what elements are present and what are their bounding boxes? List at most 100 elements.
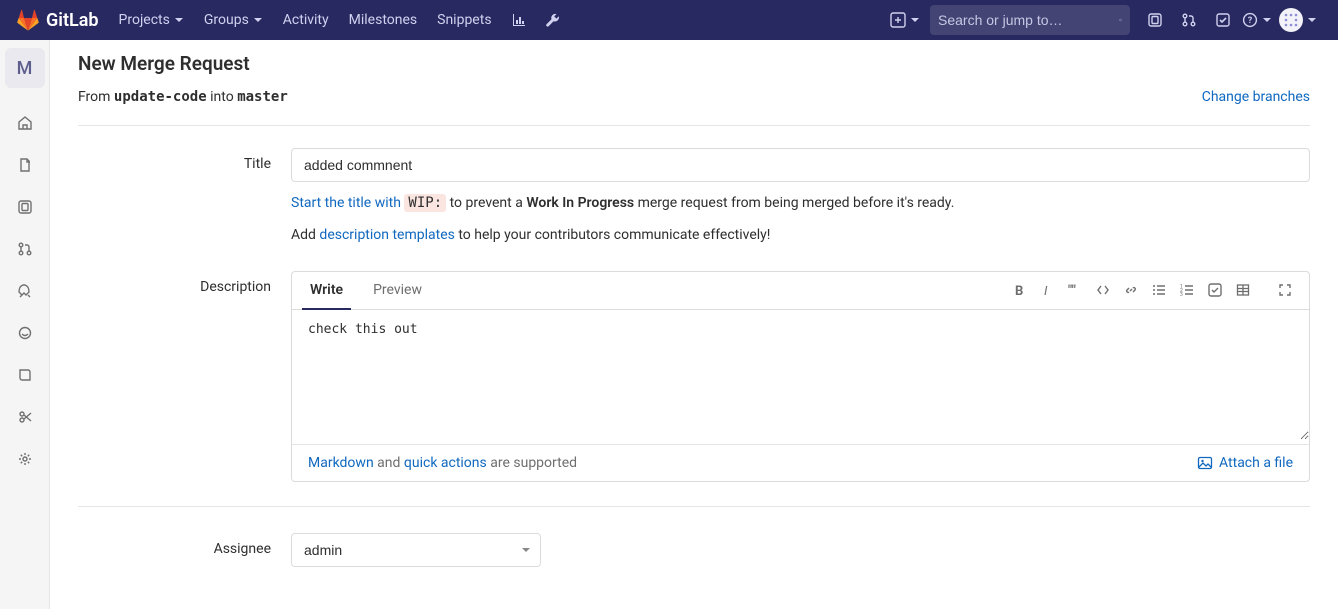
svg-text:I: I [1044, 284, 1048, 297]
book-icon [17, 367, 33, 383]
tab-write[interactable]: Write [302, 272, 351, 310]
code-icon [1096, 283, 1110, 297]
nav-user-menu[interactable] [1274, 0, 1322, 40]
nav-groups[interactable]: Groups [194, 0, 273, 40]
title-input[interactable] [291, 148, 1310, 182]
search-icon [1119, 12, 1122, 28]
branch-summary: From update-code into master Change bran… [78, 89, 1310, 126]
merge-request-icon [17, 241, 33, 257]
sidebar-snippets[interactable] [0, 396, 50, 438]
page-content: New Merge Request From update-code into … [50, 40, 1338, 609]
sidebar-ci-cd[interactable] [0, 270, 50, 312]
markdown-hint: Markdown and quick actions are supported [308, 455, 577, 471]
nav-milestones[interactable]: Milestones [339, 0, 428, 40]
nav-todos[interactable] [1206, 0, 1240, 40]
brand-wordmark: GitLab [46, 10, 99, 31]
operations-icon [17, 325, 33, 341]
md-bold-button[interactable]: B [1005, 275, 1033, 305]
wrench-icon [545, 12, 561, 28]
list-ol-icon: 123 [1180, 283, 1194, 297]
fullscreen-icon [1278, 283, 1292, 297]
avatar [1279, 8, 1303, 32]
todo-icon [1215, 12, 1231, 28]
description-templates-link[interactable]: description templates [319, 227, 454, 243]
chart-icon [511, 12, 527, 28]
plus-square-icon [890, 12, 906, 28]
nav-activity-label: Activity [283, 12, 329, 28]
svg-text:3: 3 [1180, 292, 1183, 297]
md-fullscreen-button[interactable] [1271, 275, 1299, 305]
nav-projects[interactable]: Projects [109, 0, 194, 40]
attach-file-button[interactable]: Attach a file [1197, 455, 1293, 471]
description-editor: Write Preview B I "" 123 [291, 271, 1310, 482]
nav-snippets[interactable]: Snippets [427, 0, 501, 40]
svg-text:?: ? [1248, 16, 1253, 26]
nav-merge-requests[interactable] [1172, 0, 1206, 40]
task-icon [1208, 283, 1222, 297]
sidebar-operations[interactable] [0, 312, 50, 354]
description-textarea[interactable] [292, 310, 1309, 440]
rocket-icon [17, 283, 33, 299]
link-icon [1124, 283, 1138, 297]
sidebar-repository[interactable] [0, 144, 50, 186]
search-input[interactable] [938, 12, 1119, 28]
project-identicon[interactable]: M [5, 48, 45, 88]
md-link-button[interactable] [1117, 275, 1145, 305]
sidebar-overview[interactable] [0, 102, 50, 144]
nav-groups-label: Groups [204, 12, 249, 28]
quick-actions-link[interactable]: quick actions [404, 455, 487, 471]
nav-milestones-label: Milestones [349, 12, 418, 28]
wip-link[interactable]: Start the title with WIP: [291, 194, 446, 212]
svg-text:B: B [1015, 284, 1023, 297]
md-ul-button[interactable] [1145, 275, 1173, 305]
chevron-down-icon [1262, 15, 1272, 25]
svg-text:"": "" [1068, 283, 1076, 297]
sidebar-settings[interactable] [0, 438, 50, 480]
md-italic-button[interactable]: I [1033, 275, 1061, 305]
identicon-icon [1279, 8, 1303, 32]
chevron-down-icon [910, 15, 920, 25]
table-icon [1236, 283, 1250, 297]
chevron-down-icon [1307, 15, 1317, 25]
wip-bold: Work In Progress [526, 195, 634, 211]
list-ul-icon [1152, 283, 1166, 297]
assignee-select[interactable]: admin [291, 533, 541, 567]
md-ol-button[interactable]: 123 [1173, 275, 1201, 305]
nav-admin[interactable] [536, 0, 570, 40]
md-code-button[interactable] [1089, 275, 1117, 305]
from-label: From [78, 89, 110, 105]
attach-file-label: Attach a file [1219, 455, 1293, 471]
help-icon: ? [1242, 12, 1258, 28]
gitlab-logo-icon [16, 8, 40, 32]
chevron-down-icon [174, 15, 184, 25]
markdown-link[interactable]: Markdown [308, 455, 374, 471]
gitlab-logo-link[interactable]: GitLab [16, 8, 99, 32]
home-icon [17, 115, 33, 131]
quote-icon: "" [1068, 283, 1082, 297]
nav-issues[interactable] [1138, 0, 1172, 40]
change-branches-link[interactable]: Change branches [1202, 89, 1310, 105]
nav-operations[interactable] [502, 0, 536, 40]
nav-new-menu[interactable] [888, 0, 922, 40]
assignee-label: Assignee [78, 533, 291, 567]
sidebar-merge-requests[interactable] [0, 228, 50, 270]
nav-activity[interactable]: Activity [273, 0, 339, 40]
merge-request-icon [1181, 12, 1197, 28]
sidebar-wiki[interactable] [0, 354, 50, 396]
wip-code: WIP: [404, 194, 446, 212]
global-search[interactable] [930, 5, 1130, 35]
target-branch: master [237, 89, 288, 105]
md-task-button[interactable] [1201, 275, 1229, 305]
md-table-button[interactable] [1229, 275, 1257, 305]
issues-icon [17, 199, 33, 215]
global-nav: GitLab Projects Groups Activity Mileston… [0, 0, 1338, 40]
md-quote-button[interactable]: "" [1061, 275, 1089, 305]
bold-icon: B [1012, 283, 1026, 297]
nav-help[interactable]: ? [1240, 0, 1274, 40]
issues-icon [1147, 12, 1163, 28]
source-branch: update-code [114, 89, 207, 105]
sidebar-issues[interactable] [0, 186, 50, 228]
assignee-selected: admin [304, 542, 342, 558]
gear-icon [17, 451, 33, 467]
tab-preview[interactable]: Preview [365, 272, 430, 308]
